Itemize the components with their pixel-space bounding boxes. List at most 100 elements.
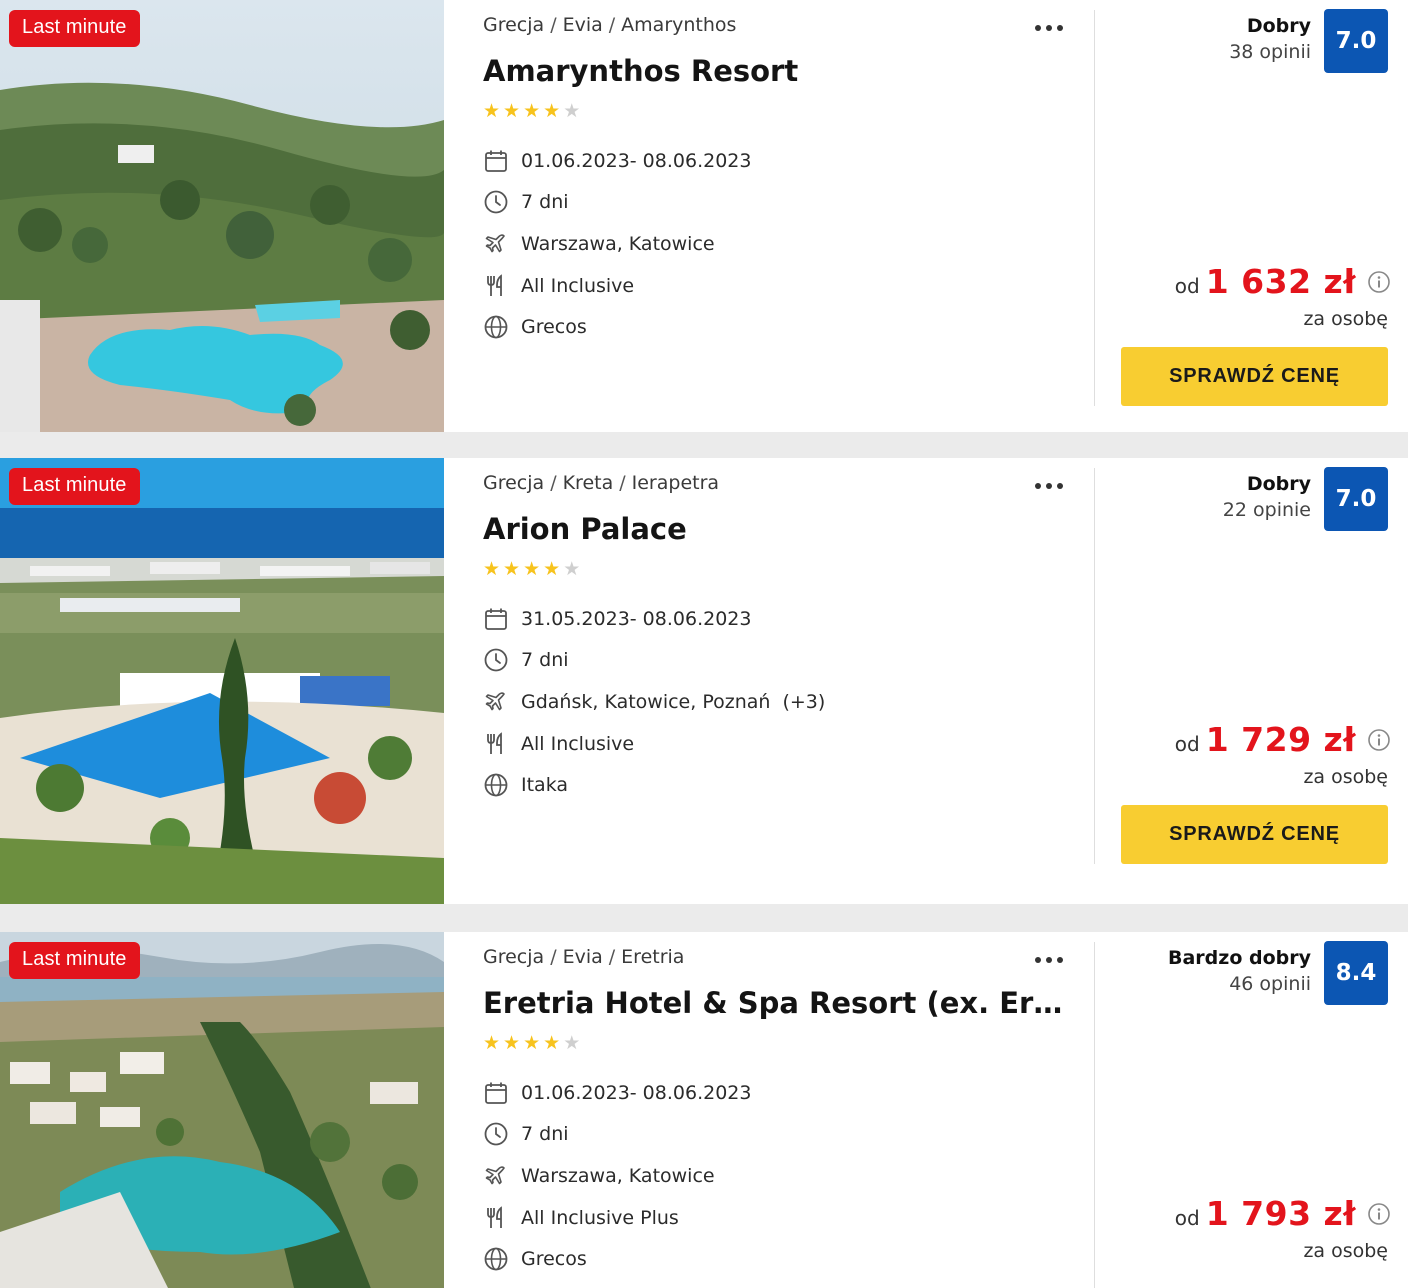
clock-icon [483, 189, 509, 215]
star-icon: ★ [503, 1032, 521, 1054]
review-rating[interactable]: Bardzo dobry 46 opinii 8.4 [1088, 941, 1388, 1005]
cutlery-icon [483, 1205, 509, 1231]
star-icon: ★ [563, 1032, 581, 1054]
breadcrumb-separator: / [619, 472, 626, 494]
breadcrumb: Grecja / Evia / Amarynthos [483, 14, 736, 36]
more-dots-icon[interactable] [1031, 472, 1067, 500]
cutlery-icon [483, 273, 509, 299]
info-icon[interactable] [1367, 728, 1391, 752]
globe-icon [483, 772, 509, 798]
board-text: All Inclusive [521, 732, 635, 755]
star-icon: ★ [523, 558, 541, 580]
fact-duration: 7 dni [483, 1114, 751, 1156]
breadcrumb-separator: / [608, 14, 616, 36]
breadcrumb-city[interactable]: Amarynthos [621, 14, 736, 36]
breadcrumb-country[interactable]: Grecja [483, 14, 544, 36]
last-minute-badge: Last minute [9, 468, 140, 505]
price-prefix: od [1174, 274, 1200, 298]
offer-card[interactable]: Last minute Grecja / Evia / Amarynthos Amary… [0, 0, 1408, 432]
board-text: All Inclusive Plus [521, 1206, 679, 1229]
hotel-photo[interactable]: Last minute [0, 458, 444, 904]
more-dots-icon[interactable] [1031, 946, 1067, 974]
hotel-photo[interactable]: Last minute [0, 0, 444, 432]
hotel-title[interactable]: Arion Palace [483, 512, 1063, 546]
breadcrumb-separator: / [550, 946, 557, 968]
star-icon: ★ [483, 1032, 501, 1054]
fact-operator: Itaka [483, 764, 825, 806]
breadcrumb-city[interactable]: Eretria [621, 946, 684, 968]
heart-icon[interactable] [380, 940, 418, 974]
breadcrumb-region[interactable]: Evia [563, 14, 603, 36]
heart-icon[interactable] [380, 466, 418, 500]
breadcrumb-separator: / [608, 946, 616, 968]
cutlery-icon [483, 731, 509, 757]
price-amount: 1 632 zł [1205, 262, 1356, 301]
breadcrumb-city[interactable]: Ierapetra [632, 472, 719, 494]
fact-operator: Grecos [483, 1238, 751, 1280]
fact-duration: 7 dni [483, 640, 825, 682]
star-icon: ★ [543, 1032, 561, 1054]
check-price-button[interactable]: SPRAWDŹ CENĘ [1121, 805, 1388, 864]
hotel-photo-image [0, 458, 444, 904]
score-badge: 8.4 [1324, 941, 1388, 1005]
operator-text: Grecos [521, 1248, 587, 1271]
fact-board: All Inclusive Plus [483, 1197, 751, 1239]
offer-card[interactable]: Last minute Grecja / Evia / Eretria Eretria … [0, 932, 1408, 1288]
per-person-label: za osobę [1303, 766, 1388, 788]
clock-icon [483, 1121, 509, 1147]
per-person-label: za osobę [1303, 308, 1388, 330]
breadcrumb-region[interactable]: Evia [563, 946, 603, 968]
info-icon[interactable] [1367, 1202, 1391, 1226]
offer-info: Grecja / Kreta / Ierapetra Arion Palace ★ ★ ★ ★… [483, 458, 1083, 904]
check-price-button[interactable]: SPRAWDŹ CENĘ [1121, 347, 1388, 406]
star-rating: ★ ★ ★ ★ ★ [483, 101, 583, 121]
price-amount: 1 793 zł [1205, 1194, 1356, 1233]
star-icon: ★ [503, 558, 521, 580]
review-rating[interactable]: Dobry 38 opinii 7.0 [1088, 9, 1388, 73]
breadcrumb-country[interactable]: Grecja [483, 472, 544, 494]
price: od 1 632 zł [1175, 262, 1391, 301]
price: od 1 793 zł [1175, 1194, 1391, 1233]
fact-duration: 7 dni [483, 182, 751, 224]
star-rating: ★ ★ ★ ★ ★ [483, 559, 583, 579]
offer-facts: 31.05.2023- 08.06.2023 7 dni Gdańsk, Kat… [483, 598, 825, 806]
hotel-photo[interactable]: Last minute [0, 932, 444, 1288]
heart-icon[interactable] [380, 8, 418, 42]
info-icon[interactable] [1367, 270, 1391, 294]
plane-icon [483, 689, 509, 715]
review-rating[interactable]: Dobry 22 opinie 7.0 [1088, 467, 1388, 531]
star-icon: ★ [563, 100, 581, 122]
fact-departures: Gdańsk, Katowice, Poznań (+3) [483, 681, 825, 723]
hotel-title[interactable]: Amarynthos Resort [483, 54, 1063, 88]
breadcrumb-separator: / [550, 472, 557, 494]
duration-text: 7 dni [521, 649, 569, 672]
breadcrumb-country[interactable]: Grecja [483, 946, 544, 968]
offer-info: Grecja / Evia / Eretria Eretria Hotel & Spa … [483, 932, 1083, 1288]
rating-label: Dobry [1246, 473, 1311, 495]
offer-info: Grecja / Evia / Amarynthos Amarynthos Resort… [483, 0, 1083, 432]
offer-card[interactable]: Last minute Grecja / Kreta / Ierapetra Arion… [0, 458, 1408, 904]
dates-text: 01.06.2023- 08.06.2023 [521, 149, 752, 172]
rating-label: Bardzo dobry [1167, 947, 1311, 969]
fact-operator: Grecos [483, 306, 751, 348]
offer-list: Last minute Grecja / Evia / Amarynthos Amary… [0, 0, 1408, 1288]
review-count[interactable]: 38 opinii [1229, 41, 1311, 63]
last-minute-badge: Last minute [9, 10, 140, 47]
review-count[interactable]: 46 opinii [1229, 973, 1311, 995]
more-dots-icon[interactable] [1031, 14, 1067, 42]
review-count[interactable]: 22 opinie [1223, 499, 1311, 521]
star-rating: ★ ★ ★ ★ ★ [483, 1033, 583, 1053]
duration-text: 7 dni [521, 191, 569, 214]
price-prefix: od [1174, 732, 1200, 756]
star-icon: ★ [523, 1032, 541, 1054]
hotel-title[interactable]: Eretria Hotel & Spa Resort (ex. Eretria … [483, 986, 1063, 1020]
offer-facts: 01.06.2023- 08.06.2023 7 dni Warszawa, K… [483, 140, 751, 348]
globe-icon [483, 1246, 509, 1272]
fact-board: All Inclusive [483, 265, 751, 307]
breadcrumb-region[interactable]: Kreta [563, 472, 614, 494]
star-icon: ★ [483, 558, 501, 580]
fact-dates: 01.06.2023- 08.06.2023 [483, 140, 751, 182]
fact-board: All Inclusive [483, 723, 825, 765]
calendar-icon [483, 606, 509, 632]
more-departures-link[interactable]: (+3) [782, 691, 825, 713]
